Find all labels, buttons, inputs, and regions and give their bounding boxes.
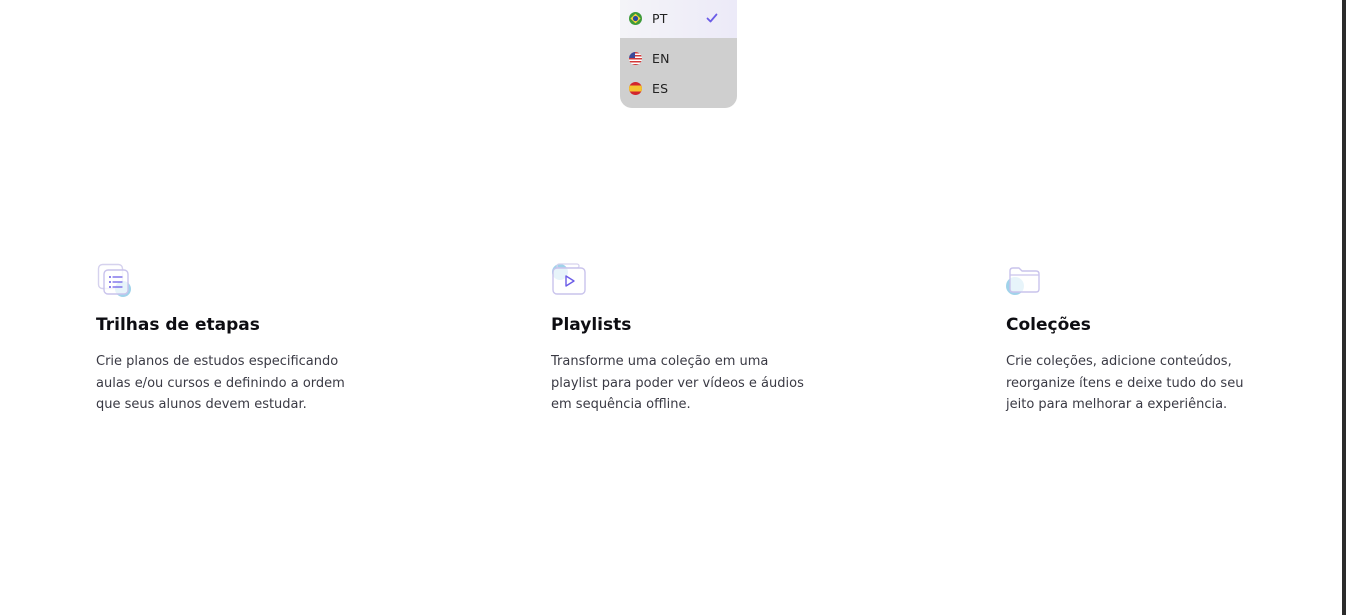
brazil-flag-icon [629, 11, 642, 25]
language-option-label: ES [652, 80, 669, 96]
checkmark-icon [706, 13, 718, 23]
trail-list-icon [97, 263, 131, 297]
folder-collection-icon [1006, 267, 1040, 295]
feature-description: Crie coleções, adicione conteúdos, reorg… [1006, 354, 1244, 412]
feature-description: Crie planos de estudos especificando aul… [96, 354, 345, 412]
language-option-pt[interactable]: PT [620, 0, 737, 38]
language-option-label: EN [652, 50, 670, 66]
language-option-es[interactable]: ES [620, 73, 737, 103]
feature-title: Coleções [1006, 315, 1091, 335]
feature-description: Transforme uma coleção em uma playlist p… [551, 354, 804, 412]
language-option-label: PT [652, 10, 668, 26]
feature-title: Playlists [551, 315, 632, 335]
playlist-icon [552, 263, 586, 295]
language-dropdown-menu: PT EN ES [620, 0, 737, 108]
usa-flag-icon [629, 51, 642, 65]
feature-collections: Coleções Crie coleções, adicione conteúd… [1006, 262, 1276, 416]
feature-title: Trilhas de etapas [96, 315, 260, 335]
window-edge [1342, 0, 1346, 615]
spain-flag-icon [629, 81, 642, 95]
feature-trails: Trilhas de etapas Crie planos de estudos… [96, 262, 366, 416]
feature-playlists: Playlists Transforme uma coleção em uma … [551, 262, 821, 416]
language-option-en[interactable]: EN [620, 43, 737, 73]
